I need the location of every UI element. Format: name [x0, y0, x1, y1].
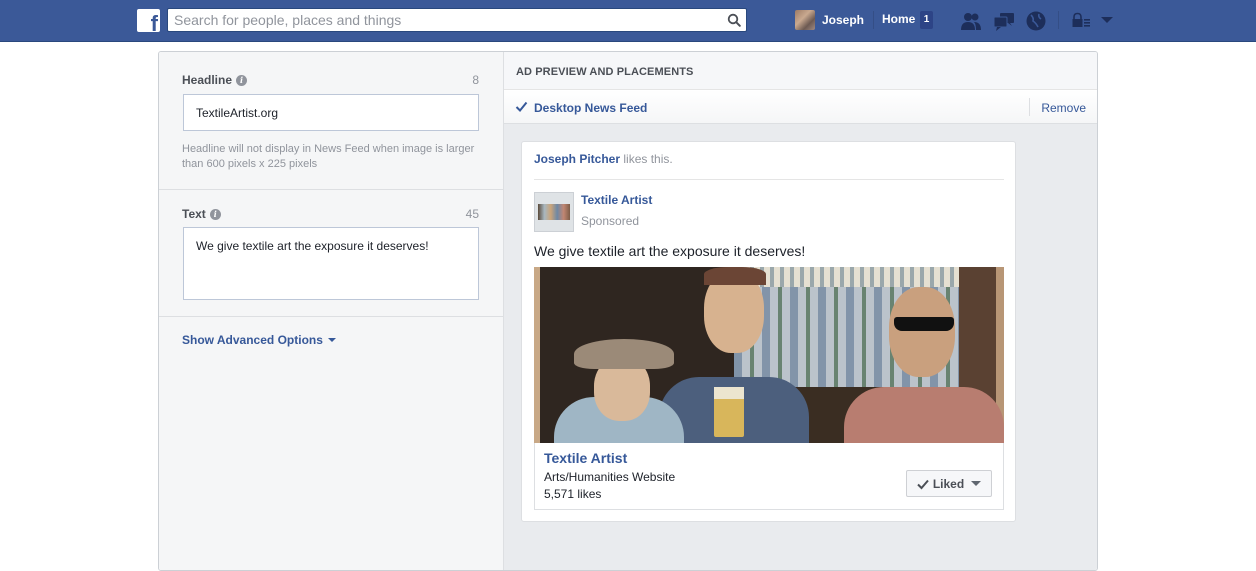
- figure-sunglasses: [894, 317, 954, 331]
- figure-hat: [574, 339, 674, 369]
- headline-section: Headline i 8 Headline will not display i…: [159, 52, 503, 190]
- divider: [1029, 98, 1030, 116]
- footer-like-count: 5,571 likes: [544, 487, 602, 501]
- avatar: [795, 10, 815, 30]
- text-textarea[interactable]: We give textile art the exposure it dese…: [183, 227, 479, 300]
- divider: [534, 179, 1004, 180]
- home-count-badge: 1: [920, 11, 933, 29]
- ad-image[interactable]: [534, 267, 1004, 443]
- ad-creative-form: Headline i 8 Headline will not display i…: [159, 52, 504, 570]
- text-char-count: 45: [465, 207, 479, 221]
- liked-label: Liked: [932, 476, 965, 491]
- caret-down-icon: [327, 338, 336, 342]
- advanced-options-label: Show Advanced Options: [182, 333, 323, 347]
- search-box: [167, 8, 747, 32]
- remove-placement-link[interactable]: Remove: [1041, 101, 1086, 115]
- placement-desktop-news-feed[interactable]: Desktop News Feed: [534, 101, 647, 115]
- top-navigation-bar: f Joseph Home 1: [0, 0, 1256, 42]
- ad-preview-card: Joseph Pitcher likes this. Textile Artis…: [521, 141, 1016, 522]
- text-label: Text i: [182, 207, 221, 221]
- headline-label: Headline i: [182, 73, 248, 87]
- profile-link[interactable]: Joseph: [795, 10, 864, 30]
- social-context-name[interactable]: Joseph Pitcher: [534, 152, 620, 166]
- text-label-text: Text: [182, 207, 206, 221]
- preview-section-title: AD PREVIEW AND PLACEMENTS: [516, 66, 694, 78]
- page-name-link[interactable]: Textile Artist: [581, 193, 652, 207]
- thumbnail-image: [538, 204, 570, 220]
- facebook-logo-icon[interactable]: f: [137, 9, 160, 32]
- headline-label-text: Headline: [182, 73, 233, 87]
- figure-hair: [704, 267, 766, 285]
- messages-icon[interactable]: [993, 10, 1015, 32]
- checkmark-icon: [515, 101, 528, 112]
- social-context-suffix: likes this.: [620, 152, 673, 166]
- social-context: Joseph Pitcher likes this.: [534, 152, 673, 166]
- notifications-globe-icon[interactable]: [1025, 10, 1047, 32]
- ad-editor-panel: Headline i 8 Headline will not display i…: [158, 51, 1098, 571]
- page-thumbnail[interactable]: [534, 192, 574, 232]
- ad-preview-panel: AD PREVIEW AND PLACEMENTS Desktop News F…: [504, 52, 1097, 570]
- footer-page-name[interactable]: Textile Artist: [544, 450, 627, 466]
- image-beer-foam: [714, 387, 744, 399]
- image-frame-left: [534, 267, 540, 443]
- sponsored-label: Sponsored: [581, 214, 640, 228]
- caret-down-icon: [971, 481, 982, 486]
- image-figure-right: [844, 287, 1004, 443]
- figure-face: [889, 287, 955, 377]
- account-menu-chevron-icon[interactable]: [1101, 17, 1113, 23]
- page-like-footer: Textile Artist Arts/Humanities Website 5…: [534, 443, 1004, 510]
- logo-letter: f: [150, 11, 158, 33]
- headline-helper-text: Headline will not display in News Feed w…: [182, 143, 475, 170]
- checkmark-icon: [917, 479, 929, 489]
- headline-char-count: 8: [472, 73, 479, 87]
- text-section: Text i 45 We give textile art the exposu…: [159, 190, 503, 317]
- home-link[interactable]: Home: [882, 12, 915, 26]
- liked-button[interactable]: Liked: [906, 470, 992, 497]
- search-input[interactable]: [168, 9, 708, 31]
- image-figure-left: [554, 337, 684, 443]
- search-icon[interactable]: [727, 13, 741, 27]
- placement-row: Desktop News Feed Remove: [504, 90, 1097, 124]
- preview-header: AD PREVIEW AND PLACEMENTS: [504, 52, 1097, 90]
- info-icon[interactable]: i: [236, 74, 248, 86]
- ad-body-text: We give textile art the exposure it dese…: [534, 243, 806, 259]
- friend-requests-icon[interactable]: [960, 10, 982, 32]
- footer-page-category: Arts/Humanities Website: [544, 470, 676, 484]
- info-icon[interactable]: i: [209, 208, 221, 220]
- nav-divider: [873, 11, 874, 29]
- privacy-shortcuts-icon[interactable]: [1071, 10, 1093, 32]
- nav-divider: [1058, 11, 1059, 29]
- profile-name: Joseph: [822, 13, 865, 27]
- headline-input[interactable]: [183, 94, 479, 131]
- figure-body: [844, 387, 1004, 443]
- show-advanced-options-link[interactable]: Show Advanced Options: [182, 333, 336, 347]
